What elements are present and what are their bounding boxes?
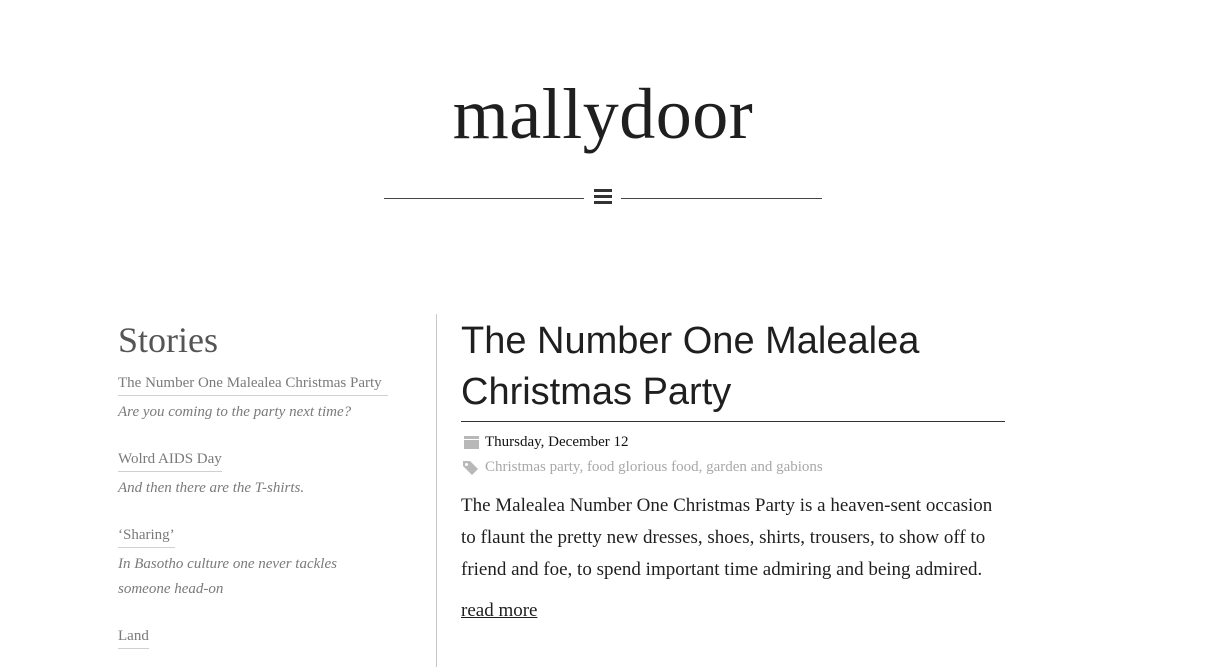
hamburger-menu-icon (594, 189, 612, 192)
sidebar-heading: Stories (118, 320, 219, 360)
story-link[interactable]: Wolrd AIDS Day (118, 448, 222, 472)
tag-link[interactable]: Christmas party (485, 459, 579, 475)
story-link[interactable]: The Number One Malealea Christmas Party (118, 372, 388, 396)
column-divider (436, 314, 437, 667)
tag-separator: , (579, 459, 587, 475)
story-link[interactable]: ‘Sharing’ (118, 524, 175, 548)
hamburger-menu-icon-bar (594, 195, 612, 198)
site-title[interactable]: mallydoor (0, 64, 1206, 164)
story-item: ‘Sharing’ In Basotho culture one never t… (118, 524, 388, 602)
stories-sidebar: Stories The Number One Malealea Christma… (118, 318, 388, 649)
menu-toggle-button[interactable] (594, 189, 612, 205)
story-item: Wolrd AIDS Day And then there are the T-… (118, 448, 388, 501)
tag-separator: , (698, 459, 707, 475)
article-body: The Malealea Number One Christmas Party … (461, 495, 993, 580)
story-excerpt: And then there are the T-shirts. (118, 480, 305, 496)
read-more-link[interactable]: read more (461, 600, 537, 622)
article-date: Thursday, December 12 (485, 434, 629, 450)
hamburger-menu-icon-bar (594, 201, 612, 204)
tag-link[interactable]: garden and gabions (706, 459, 823, 475)
tag-icon (463, 461, 478, 475)
story-excerpt: Are you coming to the party next time? (118, 404, 352, 420)
story-excerpt: In Basotho culture one never tackles som… (118, 556, 337, 597)
story-item: The Number One Malealea Christmas Party … (118, 372, 388, 425)
article-tags-row: Christmas party, food glorious food, gar… (461, 455, 1005, 480)
tag-link[interactable]: food glorious food (587, 459, 699, 475)
article: The Number One Malealea Christmas Party … (461, 316, 1005, 622)
story-link[interactable]: Land (118, 625, 149, 649)
calendar-icon (464, 436, 479, 449)
story-item: Land (118, 625, 388, 649)
nav-divider-left (384, 198, 584, 199)
nav-divider-right (621, 198, 822, 199)
article-title[interactable]: The Number One Malealea Christmas Party (461, 316, 1005, 422)
article-date-row: Thursday, December 12 (461, 430, 1005, 455)
